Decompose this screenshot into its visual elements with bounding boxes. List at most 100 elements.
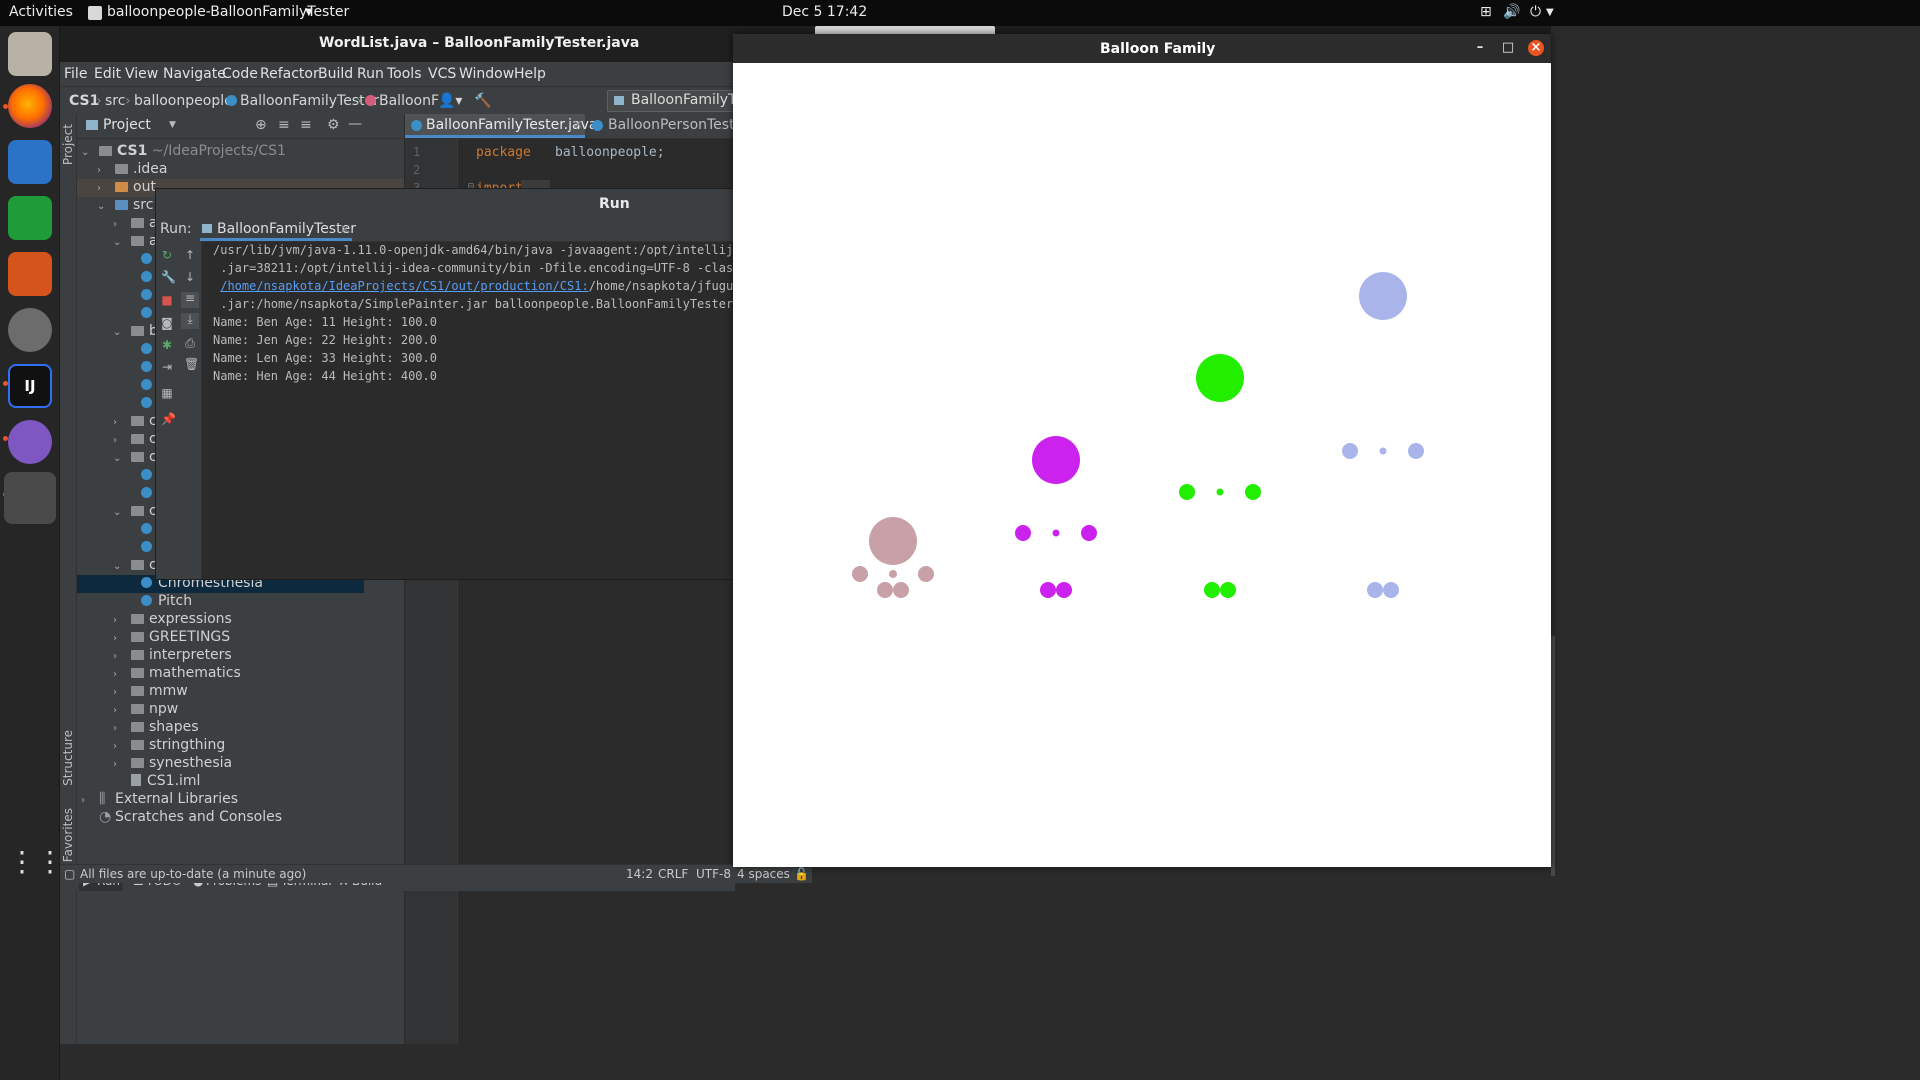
writer-icon[interactable] [8,140,52,184]
console-output-line: Name: Jen Age: 22 Height: 200.0 [213,333,437,347]
layout-icon[interactable]: ▦ [161,387,173,399]
menu-help[interactable]: Help [514,66,546,82]
collapse-all-icon[interactable]: ≡ [300,117,312,133]
structure-tool-tab[interactable]: Structure [61,730,75,786]
exit-icon[interactable]: ⇥ [161,361,173,373]
system-top-bar: Activities balloonpeople-BalloonFamilyTe… [0,0,1920,26]
menu-view[interactable]: View [125,66,158,82]
tree-item-npw[interactable]: › npw [113,701,178,719]
tree-item-src[interactable]: ⌄ src [97,197,153,215]
wrench-icon[interactable]: 🔧 [161,271,176,283]
status-message[interactable]: All files are up-to-date (a minute ago) [80,867,306,881]
menu-window[interactable]: Window [459,66,514,82]
menu-tools[interactable]: Tools [387,66,422,82]
power-icon[interactable]: ⏻ [1530,4,1541,20]
clock[interactable]: Dec 5 17:42 [782,4,867,20]
java-app-icon[interactable] [4,472,56,524]
rerun-icon[interactable]: ↻ [161,249,173,261]
balloon-head [869,517,917,565]
console-classpath-link[interactable]: /home/nsapkota/IdeaProjects/CS1/out/prod… [220,279,588,293]
file-encoding[interactable]: UTF-8 [696,867,731,881]
intellij-icon[interactable]: IJ [8,364,52,408]
chevron-right-icon: › [97,165,101,176]
breadcrumb-method[interactable]: BalloonF [379,93,439,109]
class-icon [141,361,152,372]
print-icon[interactable]: ⎙ [184,337,196,349]
tree-item-mmw[interactable]: › mmw [113,683,188,701]
indent-setting[interactable]: 4 spaces [737,867,790,881]
tree-label: npw [149,701,179,717]
run-tab[interactable]: BalloonFamilyTester × [200,219,356,241]
balloon-head [1032,436,1080,484]
tree-item-scratches[interactable]: ›◔Scratches and Consoles [81,809,282,827]
tree-item-external-libraries[interactable]: › ⫼ External Libraries [81,791,238,809]
pin-icon[interactable]: 📌 [161,413,176,425]
class-icon [411,120,422,131]
camera-icon[interactable]: ◙ [161,317,173,329]
close-icon[interactable]: × [340,222,350,236]
files-icon[interactable] [8,32,52,76]
volume-icon[interactable]: 🔊 [1503,4,1520,20]
favorites-tool-tab[interactable]: Favorites [61,808,75,862]
scrollbar[interactable] [1551,636,1555,876]
project-panel-title[interactable]: Project [103,117,151,133]
settings-icon[interactable] [8,308,52,352]
tree-item-greetings[interactable]: › GREETINGS [113,629,230,647]
down-arrow-icon[interactable]: ↓ [184,271,196,283]
tree-item-pitch[interactable]: Pitch [141,593,192,611]
breadcrumb-src[interactable]: src [105,93,125,109]
breadcrumb-project[interactable]: CS1 [69,93,99,109]
impress-icon[interactable] [8,252,52,296]
soft-wrap-icon[interactable]: ≡ [181,292,199,308]
system-menu-chevron-icon[interactable]: ▼ [1546,7,1554,18]
close-icon[interactable]: × [573,117,583,131]
tree-item-synesthesia[interactable]: › synesthesia [113,755,232,773]
gear-icon[interactable]: ⚙ [327,117,340,133]
folder-icon [99,146,112,156]
tree-item-cs1[interactable]: ⌄ CS1 ~/IdeaProjects/CS1 [81,143,286,161]
locate-icon[interactable]: ⊕ [255,117,267,133]
menu-run[interactable]: Run [357,66,384,82]
tree-item-interpreters[interactable]: › interpreters [113,647,232,665]
debug-icon[interactable]: ✱ [161,339,173,351]
scroll-to-end-icon[interactable]: ⤓ [181,313,199,329]
menu-refactor[interactable]: Refactor [260,66,319,82]
balloon-body [1379,447,1387,455]
build-hammer-icon[interactable]: 🔨 [474,93,491,109]
chevron-down-icon[interactable]: ▼ [169,120,176,130]
firefox-icon[interactable] [8,84,52,128]
calc-icon[interactable] [8,196,52,240]
balloon-family-window: Balloon Family – □ × [733,34,1551,867]
emacs-icon[interactable] [8,420,52,464]
network-icon[interactable]: ⊞ [1480,4,1492,20]
lock-icon[interactable]: 🔓 [794,867,809,881]
caret-position[interactable]: 14:2 [626,867,653,881]
menu-navigate[interactable]: Navigate [163,66,226,82]
activities-button[interactable]: Activities [9,4,73,20]
close-icon[interactable]: × [1528,40,1544,56]
menu-file[interactable]: File [64,66,87,82]
trash-icon[interactable]: 🗑 [184,358,199,370]
show-apps-icon[interactable]: ⋮⋮ [8,840,64,884]
tree-item-stringthing[interactable]: › stringthing [113,737,225,755]
minimize-icon[interactable]: – [1472,40,1488,56]
user-icon[interactable]: 👤▾ [438,93,462,109]
menu-build[interactable]: Build [318,66,353,82]
line-separator[interactable]: CRLF [658,867,688,881]
menu-vcs[interactable]: VCS [428,66,456,82]
tree-item-cs1iml[interactable]: CS1.iml [113,773,200,791]
tree-item-shapes[interactable]: › shapes [113,719,199,737]
project-tool-tab[interactable]: Project [61,124,75,165]
tree-label: interpreters [149,647,232,663]
expand-all-icon[interactable]: ≡ [278,117,290,133]
maximize-icon[interactable]: □ [1500,40,1516,56]
up-arrow-icon[interactable]: ↑ [184,249,196,261]
tree-item-mathematics[interactable]: › mathematics [113,665,241,683]
hide-panel-icon[interactable]: — [348,116,362,132]
stop-icon[interactable]: ■ [161,294,173,306]
menu-edit[interactable]: Edit [94,66,121,82]
menu-code[interactable]: Code [222,66,258,82]
tab-balloon-family-tester[interactable]: BalloonFamilyTester.java × [405,114,597,138]
tree-item-expressions[interactable]: › expressions [113,611,232,629]
tree-item-idea[interactable]: › .idea [97,161,167,179]
